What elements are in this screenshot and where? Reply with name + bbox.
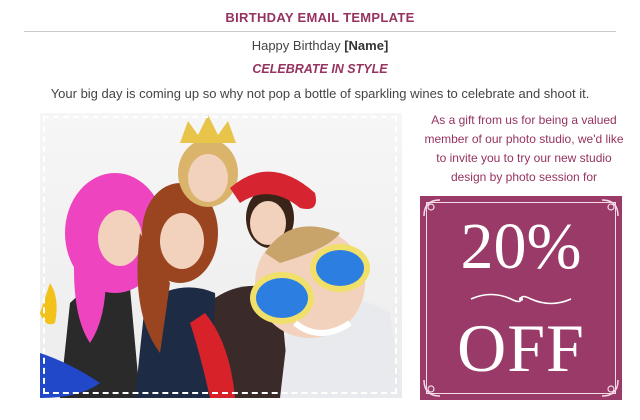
page-title: BIRTHDAY EMAIL TEMPLATE — [225, 10, 415, 25]
greeting-prefix: Happy Birthday — [251, 38, 345, 53]
party-photo — [40, 113, 402, 398]
coupon-off: OFF — [457, 310, 585, 386]
discount-coupon: 20% OFF — [420, 196, 622, 400]
greeting-line: Happy Birthday [Name] — [0, 38, 640, 53]
header-divider — [24, 31, 616, 32]
flourish-divider-icon — [470, 293, 572, 305]
name-placeholder: [Name] — [344, 38, 389, 53]
intro-text: Your big day is coming up so why not pop… — [50, 86, 590, 101]
tagline: CELEBRATE IN STYLE — [252, 62, 388, 76]
coupon-percent: 20% — [460, 210, 582, 283]
gift-text: As a gift from us for being a valued mem… — [424, 113, 624, 184]
